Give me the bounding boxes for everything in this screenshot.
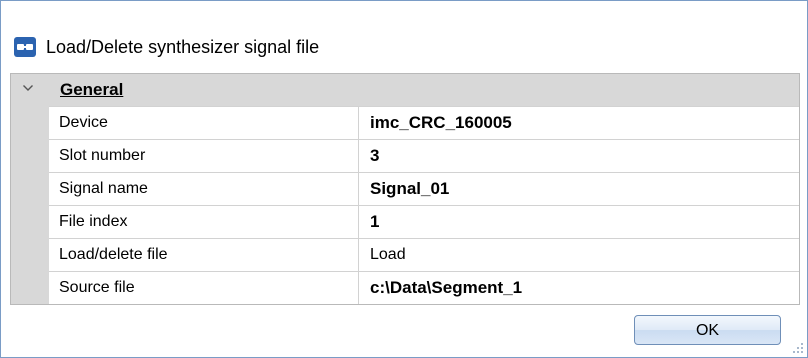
property-value[interactable]: imc_CRC_160005 — [359, 107, 799, 139]
property-value[interactable]: 1 — [359, 206, 799, 238]
property-row-file-index[interactable]: File index 1 — [49, 205, 799, 238]
category-label: General — [60, 80, 124, 99]
property-name: Signal name — [49, 173, 359, 205]
property-row-slot-number[interactable]: Slot number 3 — [49, 139, 799, 172]
category-row-general[interactable]: General — [11, 74, 799, 106]
chevron-down-icon[interactable] — [23, 85, 33, 91]
property-row-signal-name[interactable]: Signal name Signal_01 — [49, 172, 799, 205]
property-grid: General Device imc_CRC_160005 Slot numbe… — [10, 73, 800, 305]
property-value[interactable]: Signal_01 — [359, 173, 799, 205]
ok-button[interactable]: OK — [634, 315, 781, 345]
property-name: Load/delete file — [49, 239, 359, 271]
property-name: Source file — [49, 272, 359, 304]
property-row-source-file[interactable]: Source file c:\Data\Segment_1 — [49, 271, 799, 304]
property-name: File index — [49, 206, 359, 238]
property-value[interactable]: Load — [359, 239, 799, 271]
property-row-load-delete-file[interactable]: Load/delete file Load — [49, 238, 799, 271]
property-value[interactable]: c:\Data\Segment_1 — [359, 272, 799, 304]
property-name: Device — [49, 107, 359, 139]
synthesizer-icon — [14, 37, 36, 57]
property-value[interactable]: 3 — [359, 140, 799, 172]
grid-gutter — [11, 106, 49, 304]
resize-grip-icon[interactable] — [792, 342, 804, 354]
property-row-device[interactable]: Device imc_CRC_160005 — [49, 106, 799, 139]
window-title: Load/Delete synthesizer signal file — [46, 37, 320, 57]
dialog-window: Load/Delete synthesizer signal file Gene… — [0, 0, 808, 358]
title-bar: Load/Delete synthesizer signal file — [1, 1, 807, 73]
property-name: Slot number — [49, 140, 359, 172]
